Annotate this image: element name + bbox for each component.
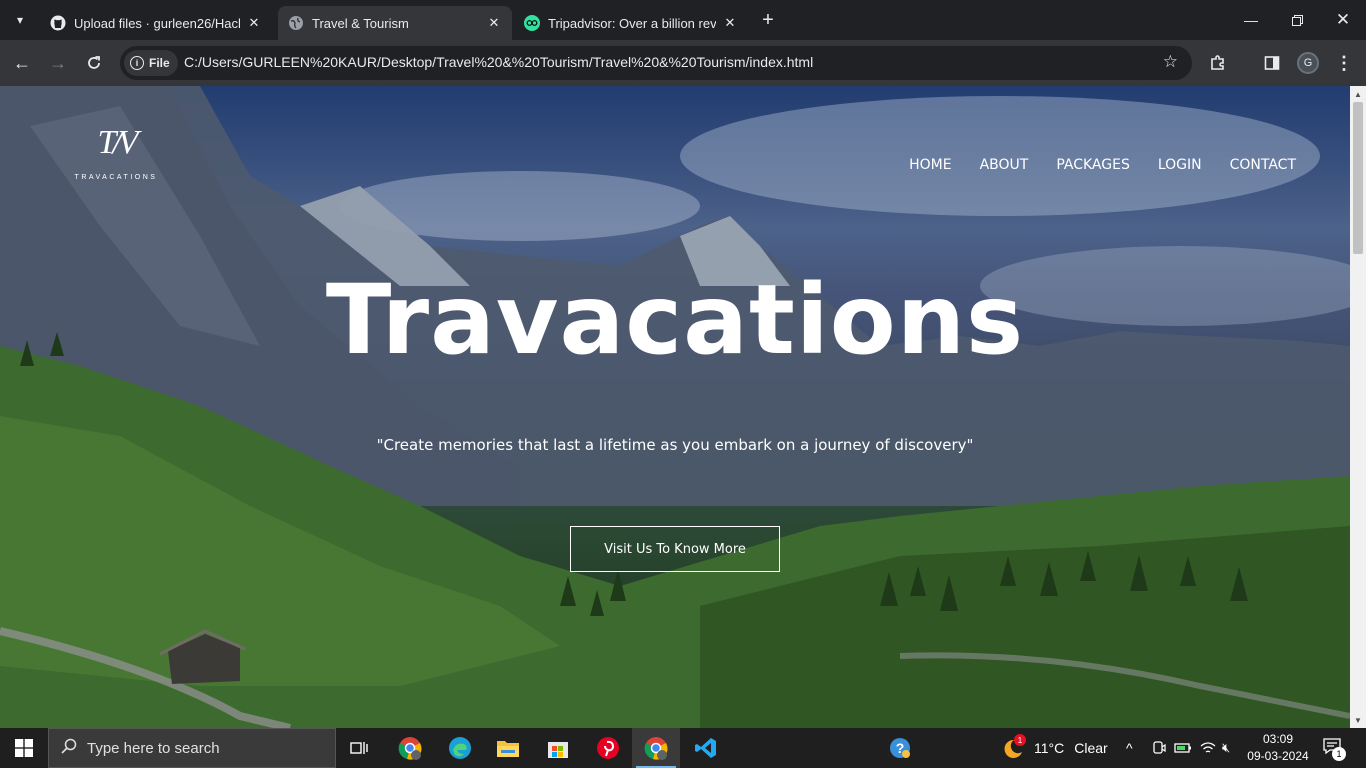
nav-packages[interactable]: PACKAGES [1056, 157, 1130, 173]
clock-time: 03:09 [1262, 732, 1294, 746]
new-tab-plus-icon[interactable]: + [756, 8, 780, 32]
tab-search-chevron-icon[interactable]: ▾ [8, 8, 32, 32]
more-menu-icon[interactable]: ⋮ [1330, 49, 1358, 77]
clock-date: 09-03-2024 [1247, 749, 1309, 763]
search-icon [61, 738, 77, 759]
chrome-profile-icon[interactable] [386, 728, 434, 768]
microsoft-store-icon[interactable] [534, 728, 582, 768]
site-logo[interactable]: T/V TRAVACATIONS [72, 126, 160, 186]
info-icon: i [130, 56, 144, 70]
battery-charging-icon[interactable] [1174, 728, 1192, 768]
page-scrollbar[interactable]: ▲ ▼ [1350, 86, 1366, 728]
nav-login[interactable]: LOGIN [1158, 157, 1202, 173]
file-explorer-icon[interactable] [484, 728, 532, 768]
taskbar-search-input[interactable]: Type here to search [48, 728, 336, 768]
profile-avatar[interactable]: G [1294, 49, 1322, 77]
forward-arrow-icon[interactable]: → [44, 49, 72, 77]
site-nav: HOME ABOUT PACKAGES LOGIN CONTACT [909, 157, 1296, 173]
chrome-active-icon[interactable] [632, 728, 680, 768]
weather-desc: Clear [1074, 740, 1108, 756]
close-tab-icon[interactable]: ✕ [486, 15, 502, 31]
tab-title: Upload files · gurleen26/Hackat [74, 15, 240, 31]
weather-widget[interactable]: 1 11°C Clear [1000, 728, 1108, 768]
site-info-chip[interactable]: i File [124, 50, 178, 76]
profile-initial: G [1297, 52, 1319, 74]
visit-us-button[interactable]: Visit Us To Know More [570, 526, 780, 572]
mountain-landscape-image [0, 86, 1350, 728]
tab-title: Tripadvisor: Over a billion review [548, 15, 716, 31]
tab-github[interactable]: Upload files · gurleen26/Hackat ✕ [40, 6, 272, 40]
logo-wordmark: TRAVACATIONS [74, 174, 158, 181]
logo-mark: T/V [97, 124, 138, 161]
nav-home[interactable]: HOME [909, 157, 951, 173]
side-panel-icon[interactable] [1258, 49, 1286, 77]
bookmark-star-icon[interactable]: ☆ [1163, 52, 1178, 72]
browser-tab-strip: ▾ Upload files · gurleen26/Hackat ✕ Trav… [0, 0, 1366, 40]
hero-title: Travacations [325, 264, 1025, 376]
notification-badge: 1 [1332, 747, 1346, 761]
pinterest-icon[interactable] [584, 728, 632, 768]
scroll-down-arrow-icon[interactable]: ▼ [1350, 712, 1366, 728]
hero-tagline: "Create memories that last a lifetime as… [376, 436, 974, 454]
page-viewport: T/V TRAVACATIONS HOME ABOUT PACKAGES LOG… [0, 86, 1350, 728]
scroll-thumb[interactable] [1353, 102, 1363, 254]
windows-taskbar: Type here to search ? 1 11°C Clear ^ 🔇︎ … [0, 728, 1366, 768]
github-icon [50, 15, 66, 31]
edge-icon[interactable] [436, 728, 484, 768]
scroll-up-arrow-icon[interactable]: ▲ [1350, 86, 1366, 102]
nav-contact[interactable]: CONTACT [1230, 157, 1296, 173]
extensions-puzzle-icon[interactable] [1204, 49, 1232, 77]
nav-about[interactable]: ABOUT [980, 157, 1029, 173]
system-clock[interactable]: 03:09 09-03-2024 [1240, 731, 1316, 765]
volume-muted-icon[interactable]: 🔇︎ [1222, 728, 1230, 768]
tab-travel-tourism[interactable]: Travel & Tourism ✕ [278, 6, 512, 40]
tab-tripadvisor[interactable]: Tripadvisor: Over a billion review ✕ [514, 6, 748, 40]
close-window-icon[interactable]: ✕ [1320, 0, 1366, 40]
search-placeholder: Type here to search [87, 739, 220, 757]
notification-center-icon[interactable]: 1 [1322, 728, 1346, 768]
minimize-icon[interactable]: — [1228, 0, 1274, 40]
windows-start-icon[interactable] [0, 728, 48, 768]
meet-now-icon[interactable] [1152, 728, 1166, 768]
file-label: File [149, 56, 170, 70]
weather-alert-badge: 1 [1014, 734, 1026, 746]
restore-icon[interactable] [1274, 0, 1320, 40]
globe-icon [288, 15, 304, 31]
close-tab-icon[interactable]: ✕ [246, 15, 262, 31]
task-view-icon[interactable] [336, 728, 384, 768]
address-bar[interactable]: i File C:/Users/GURLEEN%20KAUR/Desktop/T… [120, 46, 1192, 80]
tab-title: Travel & Tourism [312, 15, 409, 31]
wifi-icon[interactable] [1200, 728, 1216, 768]
weather-temp: 11°C [1034, 740, 1065, 756]
reload-icon[interactable] [80, 49, 108, 77]
close-tab-icon[interactable]: ✕ [722, 15, 738, 31]
tripadvisor-icon [524, 15, 540, 31]
show-hidden-icons-chevron-icon[interactable]: ^ [1126, 728, 1133, 768]
back-arrow-icon[interactable]: ← [8, 49, 36, 77]
browser-toolbar: ← → i File C:/Users/GURLEEN%20KAUR/Deskt… [0, 40, 1366, 86]
url-text[interactable]: C:/Users/GURLEEN%20KAUR/Desktop/Travel%2… [184, 54, 813, 70]
weather-moon-icon: 1 [1000, 734, 1030, 760]
help-icon[interactable]: ? [876, 728, 924, 768]
vscode-icon[interactable] [682, 728, 730, 768]
